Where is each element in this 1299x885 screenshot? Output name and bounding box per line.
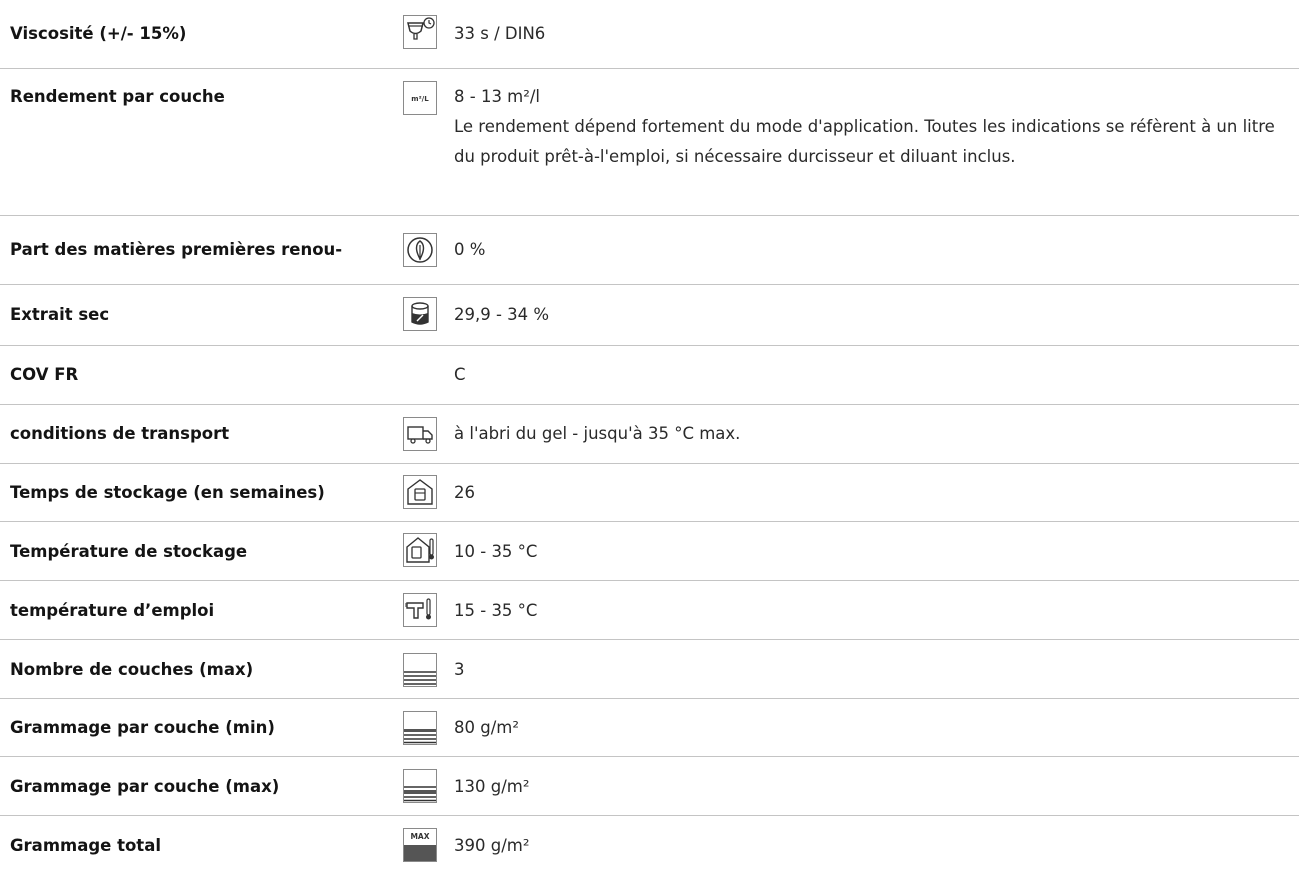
spec-row-voc: COV FR C [0,346,1299,405]
spec-row-viscosity: Viscosité (+/- 15%) 33 s / DIN6 [0,0,1299,69]
svg-text:m²/L: m²/L [411,95,429,103]
viscosity-cup-timer-icon [403,15,437,49]
spec-row-storage-temp: Température de stockage 10 - 35 °C [0,522,1299,581]
spec-value: 80 g/m² [454,718,519,737]
spec-row-application-temp: température d’emploi 15 - 35 °C [0,581,1299,640]
total-weight-max-icon: MAX [403,828,437,862]
m2-per-litre-icon: m²/L [403,81,437,115]
application-temperature-spraygun-icon [403,593,437,627]
spec-label: Viscosité (+/- 15%) [10,24,187,43]
spec-value: C [454,365,466,384]
spec-value: 8 - 13 m²/l [454,87,541,106]
layers-count-icon [403,653,437,687]
spec-row-storage-time: Temps de stockage (en semaines) 26 [0,464,1299,522]
spec-row-solid-content: Extrait sec 29,9 - 34 % [0,285,1299,346]
spec-label: Rendement par couche [10,87,225,106]
spec-row-transport: conditions de transport à l'abri du gel … [0,405,1299,464]
spec-label: Part des matières premières renou- [10,240,343,259]
spec-value: 10 - 35 °C [454,542,538,561]
spec-value: 130 g/m² [454,777,530,796]
spec-row-layer-weight-min: Grammage par couche (min) 80 g/m² [0,699,1299,757]
spec-row-layer-weight-max: Grammage par couche (max) 130 g/m² [0,757,1299,816]
spec-label: COV FR [10,365,79,384]
spec-row-yield: Rendement par couche m²/L 8 - 13 m²/l Le… [0,69,1299,216]
spec-row-layer-count: Nombre de couches (max) 3 [0,640,1299,699]
spec-value: 26 [454,483,475,502]
spec-note: Le rendement dépend fortement du mode d'… [454,117,1275,166]
transport-truck-icon [403,417,437,451]
spec-value: 3 [454,660,465,679]
product-specs-table: Viscosité (+/- 15%) 33 s / DIN6 Rendemen… [0,0,1299,875]
storage-house-can-icon [403,475,437,509]
svg-text:MAX: MAX [410,832,429,841]
spec-label: Temps de stockage (en semaines) [10,483,325,502]
spec-value: 29,9 - 34 % [454,305,550,324]
spec-label: Grammage total [10,836,161,855]
spec-row-renewable: Part des matières premières renou- 0 % [0,216,1299,285]
spec-label: conditions de transport [10,424,230,443]
spec-value: 15 - 35 °C [454,601,538,620]
spec-value: 33 s / DIN6 [454,24,546,43]
spec-label: Nombre de couches (max) [10,660,254,679]
spec-label: Température de stockage [10,542,248,561]
spec-row-total-weight: Grammage total MAX 390 g/m² [0,816,1299,875]
spec-label: température d’emploi [10,601,215,620]
layer-weight-min-icon [403,711,437,745]
spec-value: 390 g/m² [454,836,530,855]
solid-content-can-icon [403,297,437,331]
storage-temperature-icon [403,533,437,567]
spec-label: Grammage par couche (min) [10,718,275,737]
layer-weight-max-icon [403,769,437,803]
spec-value: à l'abri du gel - jusqu'à 35 °C max. [454,424,741,443]
spec-label: Grammage par couche (max) [10,777,280,796]
spec-label: Extrait sec [10,305,110,324]
spec-value: 0 % [454,240,486,259]
renewable-leaf-icon [403,233,437,267]
